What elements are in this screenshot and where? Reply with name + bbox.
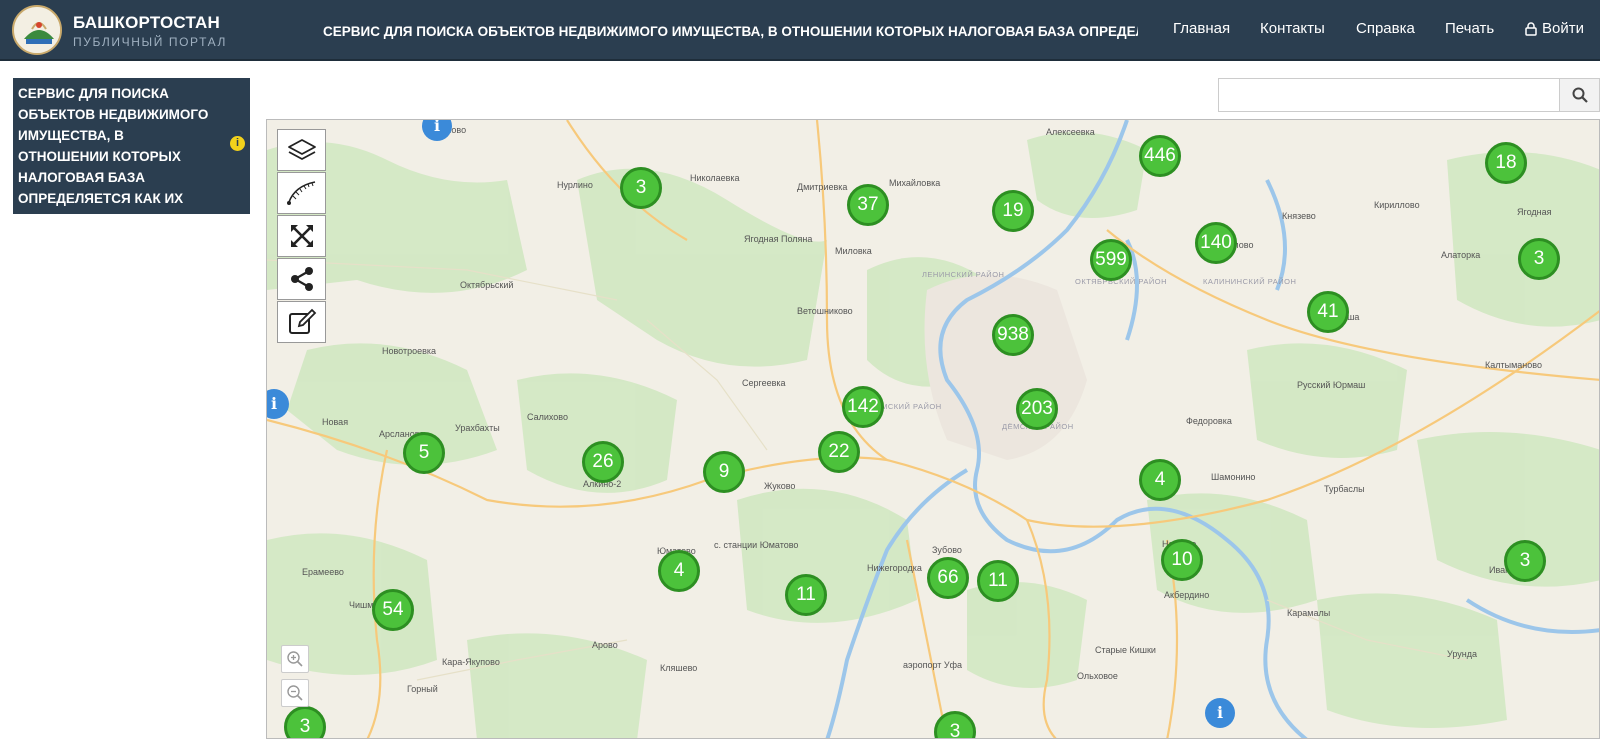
map-toolbar bbox=[277, 129, 326, 344]
place-label: Федоровка bbox=[1186, 416, 1232, 426]
place-label: Горный bbox=[407, 684, 438, 694]
measure-icon bbox=[286, 181, 315, 205]
place-label: Ерамеево bbox=[302, 567, 344, 577]
place-label: Карамалы bbox=[1287, 608, 1331, 618]
edit-icon bbox=[288, 308, 316, 334]
search-button[interactable] bbox=[1559, 78, 1600, 112]
place-label: Калтымановo bbox=[1485, 360, 1543, 370]
place-label: Арово bbox=[592, 640, 618, 650]
place-label: Урахбахты bbox=[455, 423, 500, 433]
place-label: Ягодная Поляна bbox=[744, 234, 813, 244]
place-label: Нижегородка bbox=[867, 563, 922, 573]
place-label: Жуково bbox=[764, 481, 796, 491]
fullscreen-icon bbox=[290, 225, 313, 247]
cluster-marker[interactable]: 66 bbox=[927, 557, 969, 599]
share-icon bbox=[290, 267, 313, 291]
cluster-marker[interactable]: 26 bbox=[582, 441, 624, 483]
cluster-marker[interactable]: 41 bbox=[1307, 291, 1349, 333]
fullscreen-button[interactable] bbox=[277, 215, 326, 257]
cluster-marker[interactable]: 10 bbox=[1161, 539, 1203, 581]
nav-home[interactable]: Главная bbox=[1173, 20, 1230, 37]
cluster-marker[interactable]: 3 bbox=[1504, 540, 1546, 582]
brand-title: БАШКОРТОСТАН bbox=[73, 13, 220, 32]
zoom-in-button[interactable] bbox=[281, 645, 309, 673]
cluster-marker[interactable]: 4 bbox=[658, 550, 700, 592]
cluster-marker[interactable]: 19 bbox=[992, 190, 1034, 232]
district-label: ЛЕНИНСКИЙ РАЙОН bbox=[922, 270, 1005, 279]
place-label: Сергеевка bbox=[742, 378, 786, 388]
login-label: Войти bbox=[1542, 20, 1584, 37]
login-button[interactable]: Войти bbox=[1525, 20, 1584, 37]
cluster-marker[interactable]: 11 bbox=[785, 574, 827, 616]
place-label: Кара-Якупово bbox=[442, 657, 500, 667]
lock-icon bbox=[1525, 21, 1537, 36]
place-label: Нурлино bbox=[557, 180, 593, 190]
cluster-marker[interactable]: 37 bbox=[847, 184, 889, 226]
edit-button[interactable] bbox=[277, 301, 326, 343]
search-input[interactable] bbox=[1218, 78, 1560, 112]
cluster-marker[interactable]: 599 bbox=[1090, 239, 1132, 281]
sidebar-title: СЕРВИС ДЛЯ ПОИСКА ОБЪЕКТОВ НЕДВИЖИМОГО И… bbox=[18, 86, 212, 227]
search-icon bbox=[1572, 87, 1588, 103]
place-label: Николаевка bbox=[690, 173, 740, 183]
place-label: Новотроевка bbox=[382, 346, 437, 356]
share-button[interactable] bbox=[277, 258, 326, 300]
layers-button[interactable] bbox=[277, 129, 326, 171]
cluster-marker[interactable]: 54 bbox=[372, 589, 414, 631]
place-label: Русский Юрмаш bbox=[1297, 380, 1366, 390]
nav-help[interactable]: Справка bbox=[1356, 20, 1415, 37]
place-label: Миловка bbox=[835, 246, 872, 256]
place-label: Дмитриевка bbox=[797, 182, 848, 192]
place-label: Кляшево bbox=[660, 663, 698, 673]
place-label: Шамонино bbox=[1211, 472, 1256, 482]
place-label: Ветошниково bbox=[797, 306, 853, 316]
bashkortostan-emblem-logo[interactable] bbox=[12, 5, 62, 55]
place-label: аэропорт Уфа bbox=[903, 660, 963, 670]
cluster-marker[interactable]: 18 bbox=[1485, 142, 1527, 184]
cluster-marker[interactable]: 3 bbox=[1518, 238, 1560, 280]
place-label: Салихово bbox=[527, 412, 568, 422]
place-label: Турбаслы bbox=[1324, 484, 1365, 494]
place-label: Урунда bbox=[1447, 649, 1477, 659]
place-label: Алаторка bbox=[1441, 250, 1481, 260]
place-label: Ягодная bbox=[1517, 207, 1552, 217]
measure-button[interactable] bbox=[277, 172, 326, 214]
place-label: Кириллово bbox=[1374, 200, 1420, 210]
place-label: с. станции Юматово bbox=[714, 540, 799, 550]
zoom-out-button[interactable] bbox=[281, 679, 309, 707]
cluster-marker[interactable]: 140 bbox=[1195, 222, 1237, 264]
nav-contacts[interactable]: Контакты bbox=[1260, 20, 1325, 37]
cluster-marker[interactable]: 5 bbox=[403, 432, 445, 474]
cluster-marker[interactable]: 938 bbox=[992, 314, 1034, 356]
cluster-marker[interactable]: 446 bbox=[1139, 135, 1181, 177]
layers-icon bbox=[287, 139, 316, 160]
place-label: Новая bbox=[322, 417, 349, 427]
cluster-marker[interactable]: 9 bbox=[703, 451, 745, 493]
cluster-marker[interactable]: 22 bbox=[818, 431, 860, 473]
place-label: Зубово bbox=[932, 545, 962, 555]
service-info-panel: СЕРВИС ДЛЯ ПОИСКА ОБЪЕКТОВ НЕДВИЖИМОГО И… bbox=[13, 78, 250, 227]
top-header: БАШКОРТОСТАН ПУБЛИЧНЫЙ ПОРТАЛ СЕРВИС ДЛЯ… bbox=[0, 0, 1600, 61]
place-label: Старые Кишки bbox=[1095, 645, 1156, 655]
cluster-marker[interactable]: 4 bbox=[1139, 459, 1181, 501]
place-label: Ольховое bbox=[1077, 671, 1118, 681]
place-label: Михайловка bbox=[889, 178, 941, 188]
map-view[interactable]: Алексеевка Нурлино Николаевка Дмитриевка… bbox=[266, 119, 1600, 739]
brand-subtitle: ПУБЛИЧНЫЙ ПОРТАЛ bbox=[73, 35, 227, 49]
district-label: КАЛИНИНСКИЙ РАЙОН bbox=[1203, 277, 1297, 286]
cluster-marker[interactable]: 142 bbox=[842, 386, 884, 428]
info-pin-icon[interactable]: i bbox=[1205, 698, 1235, 728]
cluster-marker[interactable]: 203 bbox=[1016, 388, 1058, 430]
place-label: Акбердино bbox=[1164, 590, 1210, 600]
cluster-marker[interactable]: 3 bbox=[620, 167, 662, 209]
cluster-marker[interactable]: 11 bbox=[977, 560, 1019, 602]
zoom-in-icon bbox=[287, 651, 303, 667]
place-label: Октябрьский bbox=[460, 280, 514, 290]
nav-print[interactable]: Печать bbox=[1445, 20, 1494, 37]
place-label: Алексеевка bbox=[1046, 127, 1095, 137]
info-icon[interactable]: i bbox=[230, 136, 245, 151]
place-label: Князево bbox=[1282, 211, 1316, 221]
service-title: СЕРВИС ДЛЯ ПОИСКА ОБЪЕКТОВ НЕДВИЖИМОГО И… bbox=[323, 24, 1138, 39]
zoom-out-icon bbox=[287, 685, 303, 701]
